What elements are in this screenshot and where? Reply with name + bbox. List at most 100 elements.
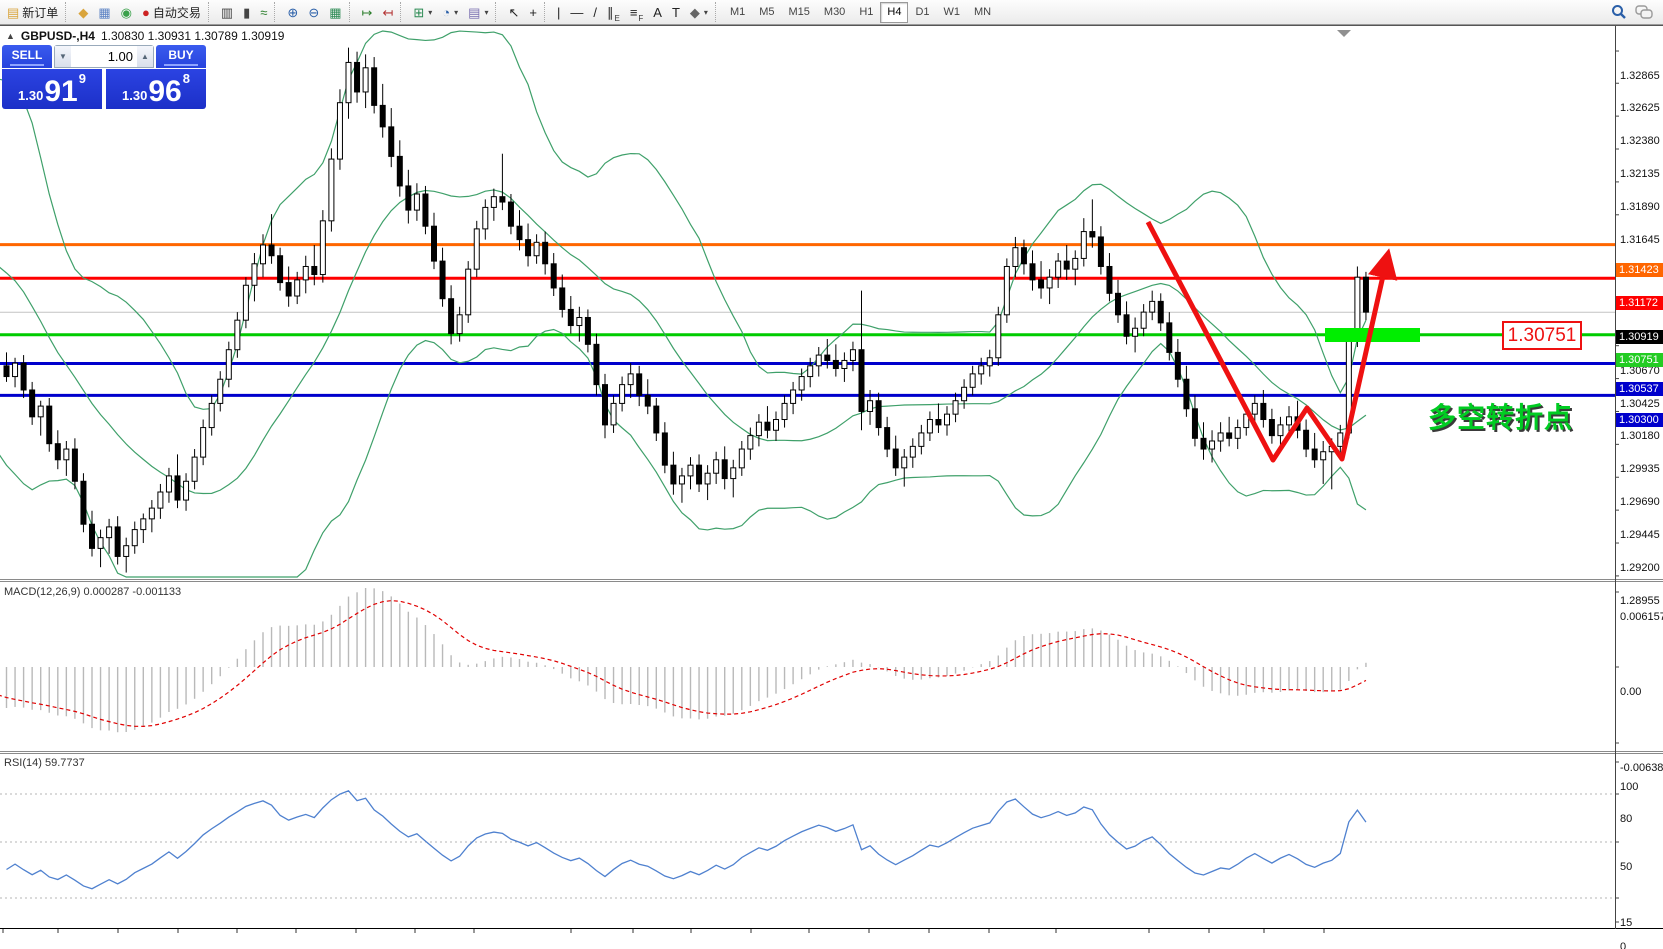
autotrade-button[interactable]: ●自动交易 xyxy=(137,1,206,24)
horizontal-line-icon: — xyxy=(570,6,583,19)
bar-chart-icon: ▥ xyxy=(221,6,233,19)
rsi-axis-label: 15 xyxy=(1620,917,1632,930)
templates-button[interactable]: ▤▾ xyxy=(463,1,493,24)
timeframe-m1-button[interactable]: M1 xyxy=(723,2,752,23)
cursor-icon: ↖ xyxy=(508,6,519,19)
bar-chart-button[interactable]: ▥ xyxy=(216,1,238,24)
periods-icon: ◔ xyxy=(442,6,450,19)
vertical-line-icon: | xyxy=(557,6,560,19)
line-chart-button[interactable]: ≈ xyxy=(255,1,272,24)
chart-window: ▲ GBPUSD-,H4 1.30830 1.30931 1.30789 1.3… xyxy=(0,25,1663,949)
axis-tick-label: 1.31890 xyxy=(1620,201,1660,214)
shapes-button[interactable]: ◆▾ xyxy=(685,1,713,24)
text-label-button[interactable]: T xyxy=(667,1,685,24)
price-level-flag: 1.31423 xyxy=(1616,263,1663,277)
indicators-icon: ⊞ xyxy=(413,6,424,19)
signal-icon-icon: ◉ xyxy=(121,6,132,19)
toolbar-right xyxy=(1611,4,1661,20)
timeframe-w1-button[interactable]: W1 xyxy=(937,2,968,23)
zoom-out-button[interactable]: ⊖ xyxy=(303,1,324,24)
crosshair-button[interactable]: + xyxy=(524,1,542,24)
new-chart-icon-button[interactable]: ▦ xyxy=(93,1,115,24)
periods-button[interactable]: ◔▾ xyxy=(437,1,463,24)
axis-tick-label: 1.29935 xyxy=(1620,463,1660,476)
zoom-in-button[interactable]: ⊕ xyxy=(282,1,303,24)
toolbar: ▤新订单◆▦◉●自动交易▥▮≈⊕⊖▦↦↤⊞▾◔▾▤▾↖+|—/∥E≡FAT◆▾ … xyxy=(0,0,1663,25)
chart-shift-icon: ↤ xyxy=(382,6,393,19)
toolbar-separator xyxy=(274,2,280,22)
timeframe-m5-button[interactable]: M5 xyxy=(752,2,781,23)
new-order-icon: ▤ xyxy=(7,6,19,19)
rsi-axis-label: 80 xyxy=(1620,813,1632,826)
indicators-button[interactable]: ⊞▾ xyxy=(408,1,437,24)
axis-tick-label: 1.31645 xyxy=(1620,234,1660,247)
sell-price[interactable]: 1.30919 xyxy=(2,69,102,109)
data-window-icon-button[interactable]: ◆ xyxy=(73,1,93,24)
fibonacci-icon: ≡ xyxy=(630,6,638,19)
axis-tick-label: 1.29690 xyxy=(1620,496,1660,509)
axis-tick-label: 1.30425 xyxy=(1620,398,1660,411)
toolbar-separator xyxy=(715,2,721,22)
axis-tick-label: 1.32380 xyxy=(1620,135,1660,148)
axis-tick-label: 1.30180 xyxy=(1620,430,1660,443)
turning-point-note[interactable]: 多空转折点 xyxy=(1428,396,1573,436)
price-level-flag: 1.31172 xyxy=(1616,296,1663,310)
cursor-button[interactable]: ↖ xyxy=(503,1,524,24)
data-window-icon-icon: ◆ xyxy=(78,6,88,19)
equidistant-channel-icon: ∥ xyxy=(607,6,614,19)
timeframe-m30-button[interactable]: M30 xyxy=(817,2,852,23)
search-icon[interactable] xyxy=(1611,4,1627,20)
volume-down-button[interactable]: ▼ xyxy=(55,46,71,67)
tile-windows-icon: ▦ xyxy=(329,6,341,19)
timeframe-h1-button[interactable]: H1 xyxy=(852,2,880,23)
vertical-line-button[interactable]: | xyxy=(552,1,565,24)
mt4-window: ▤新订单◆▦◉●自动交易▥▮≈⊕⊖▦↦↤⊞▾◔▾▤▾↖+|—/∥E≡FAT◆▾ … xyxy=(0,0,1663,949)
one-click-trade-panel: SELL ▼ 1.00 ▲ BUY 1.30919 1.30968 xyxy=(2,45,206,109)
toolbar-separator xyxy=(495,2,501,22)
price-chart[interactable] xyxy=(0,26,1663,949)
shapes-icon: ◆ xyxy=(690,6,700,19)
axis-tick-label: 1.29445 xyxy=(1620,529,1660,542)
autotrade-icon: ● xyxy=(142,6,150,19)
tile-windows-button[interactable]: ▦ xyxy=(324,1,346,24)
candlestick-chart-button[interactable]: ▮ xyxy=(238,1,255,24)
text-button[interactable]: A xyxy=(648,1,667,24)
price-level-flag: 1.30537 xyxy=(1616,382,1663,396)
timeframe-d1-button[interactable]: D1 xyxy=(908,2,936,23)
volume-input[interactable]: 1.00 xyxy=(71,46,137,67)
price-annotation-box[interactable]: 1.30751 xyxy=(1502,321,1582,350)
sell-button[interactable]: SELL xyxy=(2,45,52,68)
trendline-icon: / xyxy=(593,6,597,19)
timeframe-h4-button[interactable]: H4 xyxy=(880,2,908,23)
toolbar-separator xyxy=(349,2,355,22)
price-level-flag: 1.30919 xyxy=(1616,330,1663,344)
chart-shift-button[interactable]: ↤ xyxy=(377,1,398,24)
rsi-axis-label: 0 xyxy=(1620,941,1626,949)
timeframe-m15-button[interactable]: M15 xyxy=(782,2,817,23)
auto-scroll-icon: ↦ xyxy=(362,6,373,19)
toolbar-separator xyxy=(208,2,214,22)
text-icon: A xyxy=(653,6,662,19)
chart-title: ▲ GBPUSD-,H4 1.30830 1.30931 1.30789 1.3… xyxy=(6,29,284,43)
panel-collapse-icon[interactable]: ▲ xyxy=(6,31,15,41)
volume-up-button[interactable]: ▲ xyxy=(137,46,153,67)
timeframe-mn-button[interactable]: MN xyxy=(967,2,998,23)
chat-icon[interactable] xyxy=(1635,4,1653,20)
equidistant-channel-button[interactable]: ∥E xyxy=(602,1,625,24)
buy-button[interactable]: BUY xyxy=(156,45,206,68)
toolbar-buttons: ▤新订单 ◆ ▦ ◉ ●自动交易 ▥ ▮≈ ⊕ ⊖ ▦ ↦ ↤ ⊞▾◔▾▤▾ ↖ + | — / ∥E≡F AT◆▾ xyxy=(2,1,713,24)
buy-price[interactable]: 1.30968 xyxy=(106,69,206,109)
new-order-button[interactable]: ▤新订单 xyxy=(2,1,63,24)
auto-scroll-button[interactable]: ↦ xyxy=(357,1,378,24)
axis-tick-label: 1.32625 xyxy=(1620,102,1660,115)
fibonacci-button[interactable]: ≡F xyxy=(625,1,648,24)
toolbar-separator xyxy=(544,2,550,22)
horizontal-line-button[interactable]: — xyxy=(565,1,588,24)
macd-axis-label: 0.00 xyxy=(1620,686,1641,699)
zoom-out-icon: ⊖ xyxy=(308,6,319,19)
signal-icon-button[interactable]: ◉ xyxy=(116,1,137,24)
zoom-in-icon: ⊕ xyxy=(287,6,298,19)
trendline-button[interactable]: / xyxy=(588,1,602,24)
new-chart-icon-icon: ▦ xyxy=(98,6,110,19)
macd-axis-label: 0.006157 xyxy=(1620,611,1663,624)
